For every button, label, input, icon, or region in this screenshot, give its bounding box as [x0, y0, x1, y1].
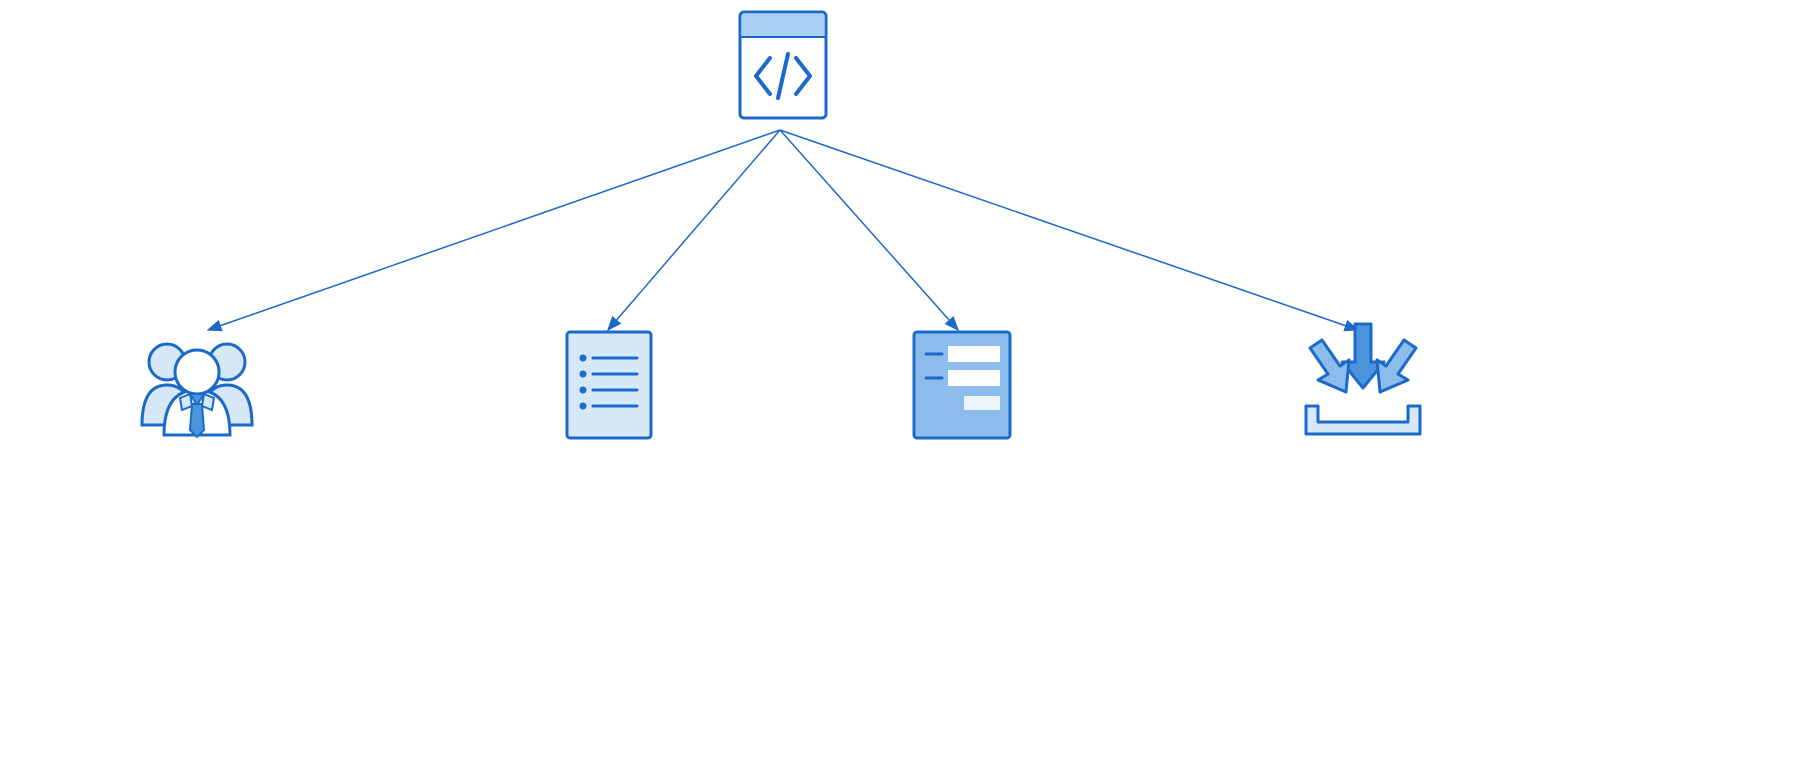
users-icon [132, 330, 262, 445]
connector-lines [0, 0, 1809, 757]
list-icon [565, 330, 653, 445]
inbox-icon [1298, 318, 1428, 445]
code-icon [738, 10, 828, 125]
form-icon [912, 330, 1012, 445]
diagram-root [0, 0, 1809, 757]
